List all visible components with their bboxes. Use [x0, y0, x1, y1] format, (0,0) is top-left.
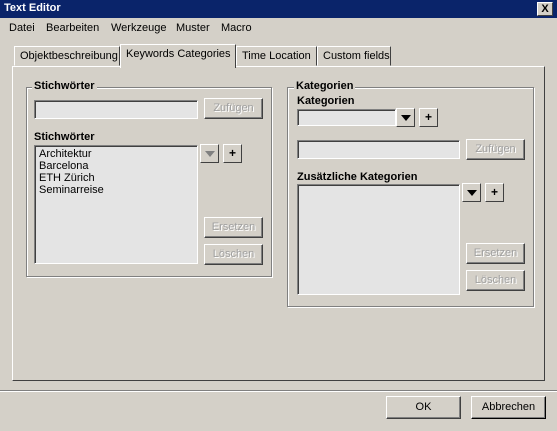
categories-select[interactable]	[297, 109, 396, 126]
keywords-group-title: Stichwörter	[32, 80, 97, 92]
menu-muster[interactable]: Muster	[176, 22, 210, 34]
menu-werkzeuge[interactable]: Werkzeuge	[111, 22, 166, 34]
window-title: Text Editor	[4, 2, 61, 14]
triangle-down-icon	[205, 151, 215, 157]
categories-dropdown-button[interactable]	[396, 108, 415, 127]
close-button[interactable]: X	[537, 2, 553, 16]
tab-custom-fields[interactable]: Custom fields	[317, 46, 391, 66]
tab-objektbeschreibung[interactable]: Objektbeschreibung	[14, 46, 120, 66]
keywords-list[interactable]: Architektur Barcelona ETH Zürich Seminar…	[34, 145, 198, 264]
list-item[interactable]: Barcelona	[39, 160, 89, 172]
category-input[interactable]	[297, 140, 460, 159]
category-delete-button[interactable]: Löschen	[466, 270, 525, 291]
category-replace-button[interactable]: Ersetzen	[466, 243, 525, 264]
categories-group-title: Kategorien	[294, 80, 356, 92]
triangle-down-icon	[401, 115, 411, 121]
title-bar	[0, 0, 557, 18]
extra-categories-plus-button[interactable]: +	[485, 183, 504, 202]
categories-select-label: Kategorien	[297, 95, 355, 107]
ok-button[interactable]: OK	[386, 396, 461, 419]
extra-categories-dropdown-button[interactable]	[462, 183, 481, 202]
menu-bearbeiten[interactable]: Bearbeiten	[46, 22, 99, 34]
keywords-dropdown-button[interactable]	[200, 144, 219, 163]
extra-categories-list[interactable]	[297, 184, 460, 295]
triangle-down-icon	[467, 190, 477, 196]
keyword-delete-button[interactable]: Löschen	[204, 244, 263, 265]
keywords-plus-button[interactable]: +	[223, 144, 242, 163]
footer-divider	[0, 390, 557, 392]
menu-datei[interactable]: Datei	[9, 22, 35, 34]
list-item[interactable]: Architektur	[39, 148, 92, 160]
list-item[interactable]: Seminarreise	[39, 184, 104, 196]
keywords-list-label: Stichwörter	[34, 131, 95, 143]
keyword-replace-button[interactable]: Ersetzen	[204, 217, 263, 238]
tab-time-location[interactable]: Time Location	[236, 46, 317, 66]
cancel-button[interactable]: Abbrechen	[471, 396, 546, 419]
extra-categories-label: Zusätzliche Kategorien	[297, 171, 418, 183]
keyword-add-button[interactable]: Zufügen	[204, 98, 263, 119]
menu-macro[interactable]: Macro	[221, 22, 252, 34]
tab-keywords-categories[interactable]: Keywords Categories	[120, 44, 236, 68]
list-item[interactable]: ETH Zürich	[39, 172, 95, 184]
keyword-input[interactable]	[34, 100, 198, 119]
categories-plus-button[interactable]: +	[419, 108, 438, 127]
category-add-button[interactable]: Zufügen	[466, 139, 525, 160]
